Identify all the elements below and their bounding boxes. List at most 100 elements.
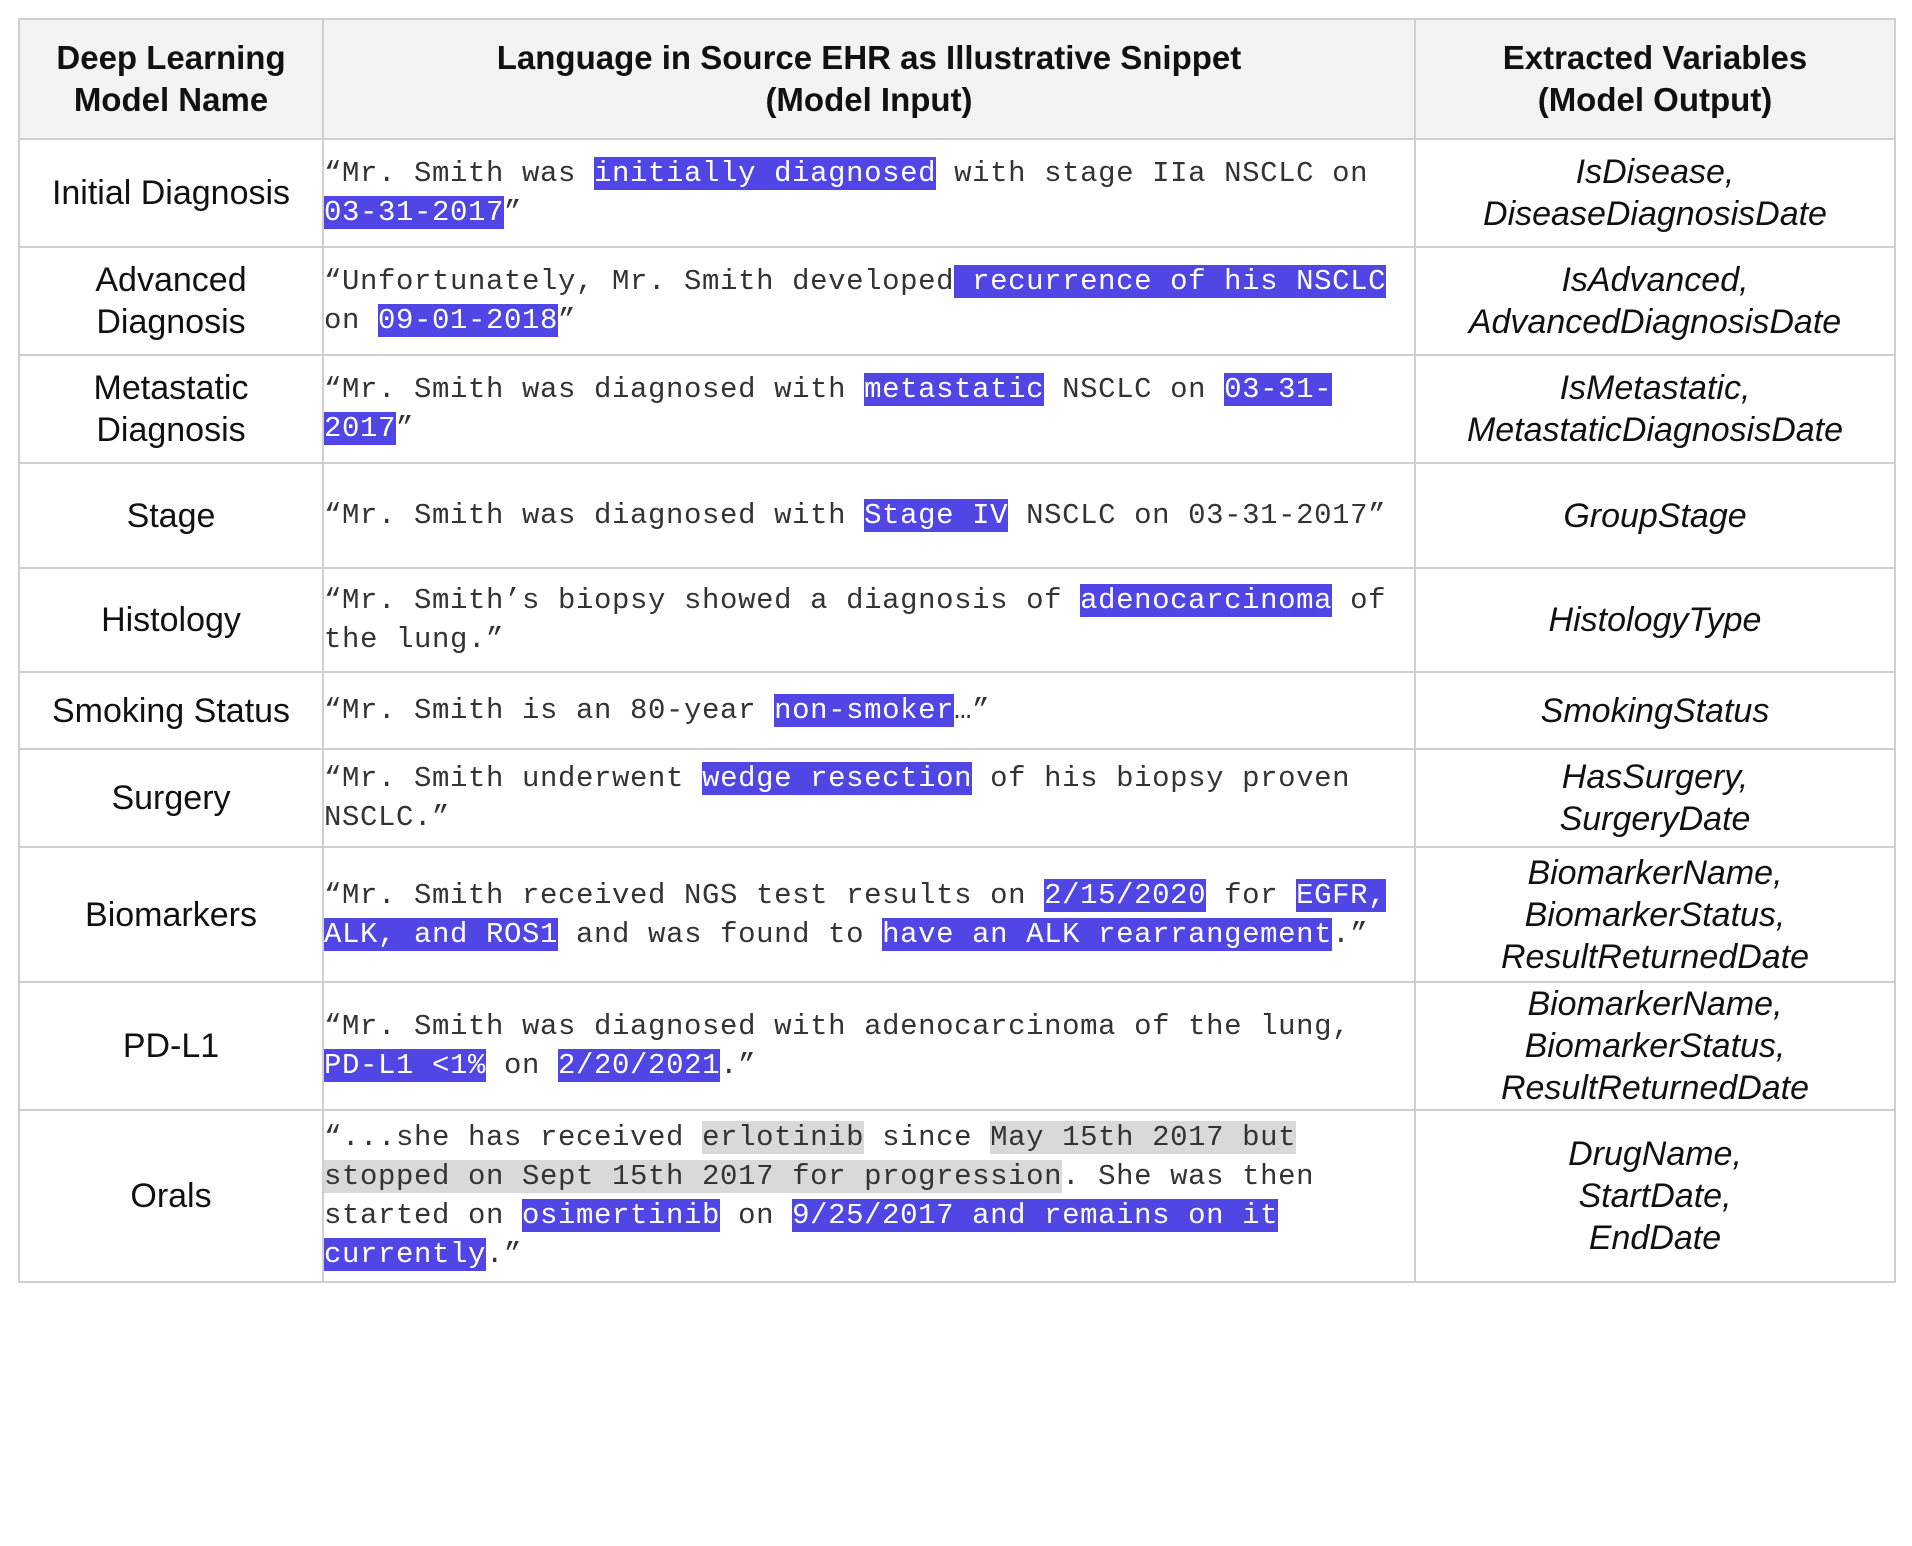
snippet-text: for xyxy=(1206,878,1297,912)
extracted-variables-cell: IsAdvanced, AdvancedDiagnosisDate xyxy=(1414,246,1896,356)
ehr-snippet-cell: “...she has received erlotinib since May… xyxy=(322,1109,1416,1283)
snippet-text: “Mr. Smith received NGS test results on xyxy=(324,878,1045,912)
highlighted-phrase: metastatic xyxy=(864,373,1045,406)
model-name: Orals xyxy=(130,1177,212,1215)
table-row: Stage “Mr. Smith was diagnosed with Stage… xyxy=(18,462,1896,569)
snippet-text: .” xyxy=(486,1238,523,1271)
highlighted-phrase: recurrence of his NSCLC xyxy=(954,265,1387,298)
snippet-text: ” xyxy=(558,304,577,337)
header-extracted-variables-line2: (Model Output) xyxy=(1537,81,1773,118)
header-model-name-line1: Deep Learning xyxy=(56,39,286,76)
highlighted-phrase: non-smoker xyxy=(774,694,955,727)
ehr-snippet-cell: “Mr. Smith received NGS test results on … xyxy=(322,846,1416,983)
model-name-cell: Biomarkers xyxy=(18,846,324,983)
highlighted-phrase: 03-31-2017 xyxy=(324,196,505,229)
model-name: Histology xyxy=(101,601,241,639)
header-row: Deep Learning Model Name Language in Sou… xyxy=(18,18,1896,140)
extracted-variable: EndDate xyxy=(1588,1219,1722,1257)
extracted-variable: ResultReturnedDate xyxy=(1500,1069,1810,1107)
extracted-variable: DiseaseDiagnosisDate xyxy=(1483,195,1827,233)
ehr-snippet-cell: “Mr. Smith was diagnosed with Stage IV N… xyxy=(322,462,1416,569)
model-name-cell: Smoking Status xyxy=(18,671,324,750)
highlighted-phrase: PD-L1 <1% xyxy=(324,1049,487,1082)
extracted-variable: MetastaticDiagnosisDate xyxy=(1466,411,1844,449)
extracted-variable: StartDate, xyxy=(1578,1177,1732,1215)
model-name: Surgery xyxy=(111,779,231,817)
model-name-cell: Metastatic Diagnosis xyxy=(18,354,324,464)
snippet-text: on xyxy=(720,1199,793,1232)
snippet-text: with stage IIa NSCLC on xyxy=(936,157,1369,190)
model-name: Stage xyxy=(126,496,216,535)
table-row: Metastatic Diagnosis “Mr. Smith was diagn… xyxy=(18,354,1896,464)
extracted-variables-cell: BiomarkerName, BiomarkerStatus, ResultRetu… xyxy=(1414,846,1896,983)
header-extracted-variables: Extracted Variables (Model Output) xyxy=(1414,18,1896,140)
highlighted-phrase: osimertinib xyxy=(522,1199,721,1232)
extracted-variable: GroupStage xyxy=(1563,496,1747,535)
extracted-variable: BiomarkerName, xyxy=(1527,985,1783,1023)
snippet-text: on xyxy=(324,304,379,337)
snippet-text: “Mr. Smith underwent xyxy=(324,762,703,795)
snippet-text: since xyxy=(864,1121,991,1154)
extracted-variable: HistologyType xyxy=(1548,601,1762,639)
snippet-text: NSCLC on xyxy=(1044,373,1225,406)
model-name: Metastatic Diagnosis xyxy=(93,369,249,449)
highlighted-phrase: 2/15/2020 xyxy=(1044,878,1207,912)
extracted-variables-cell: IsDisease, DiseaseDiagnosisDate xyxy=(1414,138,1896,248)
snippet-text: “...she has received xyxy=(324,1121,703,1154)
model-name: PD-L1 xyxy=(122,1027,220,1065)
table-row: Advanced Diagnosis “Unfortunately, Mr. Sm… xyxy=(18,246,1896,356)
document-page: Deep Learning Model Name Language in Sou… xyxy=(18,18,1896,1283)
header-extracted-variables-line1: Extracted Variables xyxy=(1502,39,1808,76)
gray-highlighted-phrase: erlotinib xyxy=(702,1121,865,1154)
model-name: Smoking Status xyxy=(51,691,291,730)
highlighted-phrase: wedge resection xyxy=(702,762,973,795)
snippet-text: .” xyxy=(1332,917,1369,951)
extracted-variable: ResultReturnedDate xyxy=(1500,937,1810,976)
model-name-cell: Advanced Diagnosis xyxy=(18,246,324,356)
table-row: Biomarkers “Mr. Smith received NGS test r… xyxy=(18,846,1896,983)
extracted-variable: BiomarkerName, xyxy=(1527,853,1783,892)
extracted-variables-cell: HistologyType xyxy=(1414,567,1896,673)
extracted-variable: HasSurgery, xyxy=(1561,758,1749,796)
snippet-text: and was found to xyxy=(558,917,883,951)
table-row: Orals “...she has received erlotinib sinc… xyxy=(18,1109,1896,1283)
extracted-variable: IsAdvanced, xyxy=(1561,261,1749,299)
extracted-variables-cell: HasSurgery, SurgeryDate xyxy=(1414,748,1896,848)
snippet-text: “Mr. Smith was diagnosed with xyxy=(324,373,865,406)
model-name-cell: Histology xyxy=(18,567,324,673)
header-source-snippet: Language in Source EHR as Illustrative S… xyxy=(322,18,1416,140)
ehr-snippet-cell: “Unfortunately, Mr. Smith developed recu… xyxy=(322,246,1416,356)
ehr-snippet-cell: “Mr. Smith’s biopsy showed a diagnosis o… xyxy=(322,567,1416,673)
snippet-text: NSCLC on 03-31-2017” xyxy=(1008,499,1387,532)
header-source-snippet-line1: Language in Source EHR as Illustrative S… xyxy=(496,39,1242,76)
header-source-snippet-line2: (Model Input) xyxy=(765,81,973,118)
extracted-variable: IsDisease, xyxy=(1575,153,1735,191)
table-row: PD-L1 “Mr. Smith was diagnosed with adeno… xyxy=(18,981,1896,1111)
ehr-snippet-cell: “Mr. Smith underwent wedge resection of … xyxy=(322,748,1416,848)
table-row: Initial Diagnosis “Mr. Smith was initiall… xyxy=(18,138,1896,248)
model-name-cell: Stage xyxy=(18,462,324,569)
ehr-snippet-cell: “Mr. Smith was diagnosed with metastatic… xyxy=(322,354,1416,464)
model-name-cell: PD-L1 xyxy=(18,981,324,1111)
table-row: Histology “Mr. Smith’s biopsy showed a di… xyxy=(18,567,1896,673)
extracted-variable: BiomarkerStatus, xyxy=(1524,1027,1786,1065)
highlighted-phrase: initially diagnosed xyxy=(594,157,937,190)
extracted-variable: DrugName, xyxy=(1568,1135,1742,1173)
snippet-text: “Unfortunately, Mr. Smith developed xyxy=(324,265,955,298)
extracted-variable: BiomarkerStatus, xyxy=(1524,895,1786,934)
snippet-text: “Mr. Smith is an 80-year xyxy=(324,694,775,727)
header-model-name: Deep Learning Model Name xyxy=(18,18,324,140)
extracted-variable: SurgeryDate xyxy=(1559,800,1751,838)
ehr-extraction-table: Deep Learning Model Name Language in Sou… xyxy=(18,18,1896,1283)
snippet-text: .” xyxy=(720,1049,757,1082)
extracted-variable: SmokingStatus xyxy=(1540,691,1770,730)
extracted-variable: IsMetastatic, xyxy=(1559,369,1751,407)
model-name: Advanced Diagnosis xyxy=(95,261,247,341)
snippet-text: “Mr. Smith was diagnosed with adenocarci… xyxy=(324,1010,1351,1043)
highlighted-phrase: have an ALK rearrangement xyxy=(882,917,1333,951)
snippet-text: …” xyxy=(954,694,991,727)
table-row: Smoking Status “Mr. Smith is an 80-year n… xyxy=(18,671,1896,750)
model-name-cell: Initial Diagnosis xyxy=(18,138,324,248)
snippet-text: “Mr. Smith was diagnosed with xyxy=(324,499,865,532)
model-name: Biomarkers xyxy=(85,895,257,934)
